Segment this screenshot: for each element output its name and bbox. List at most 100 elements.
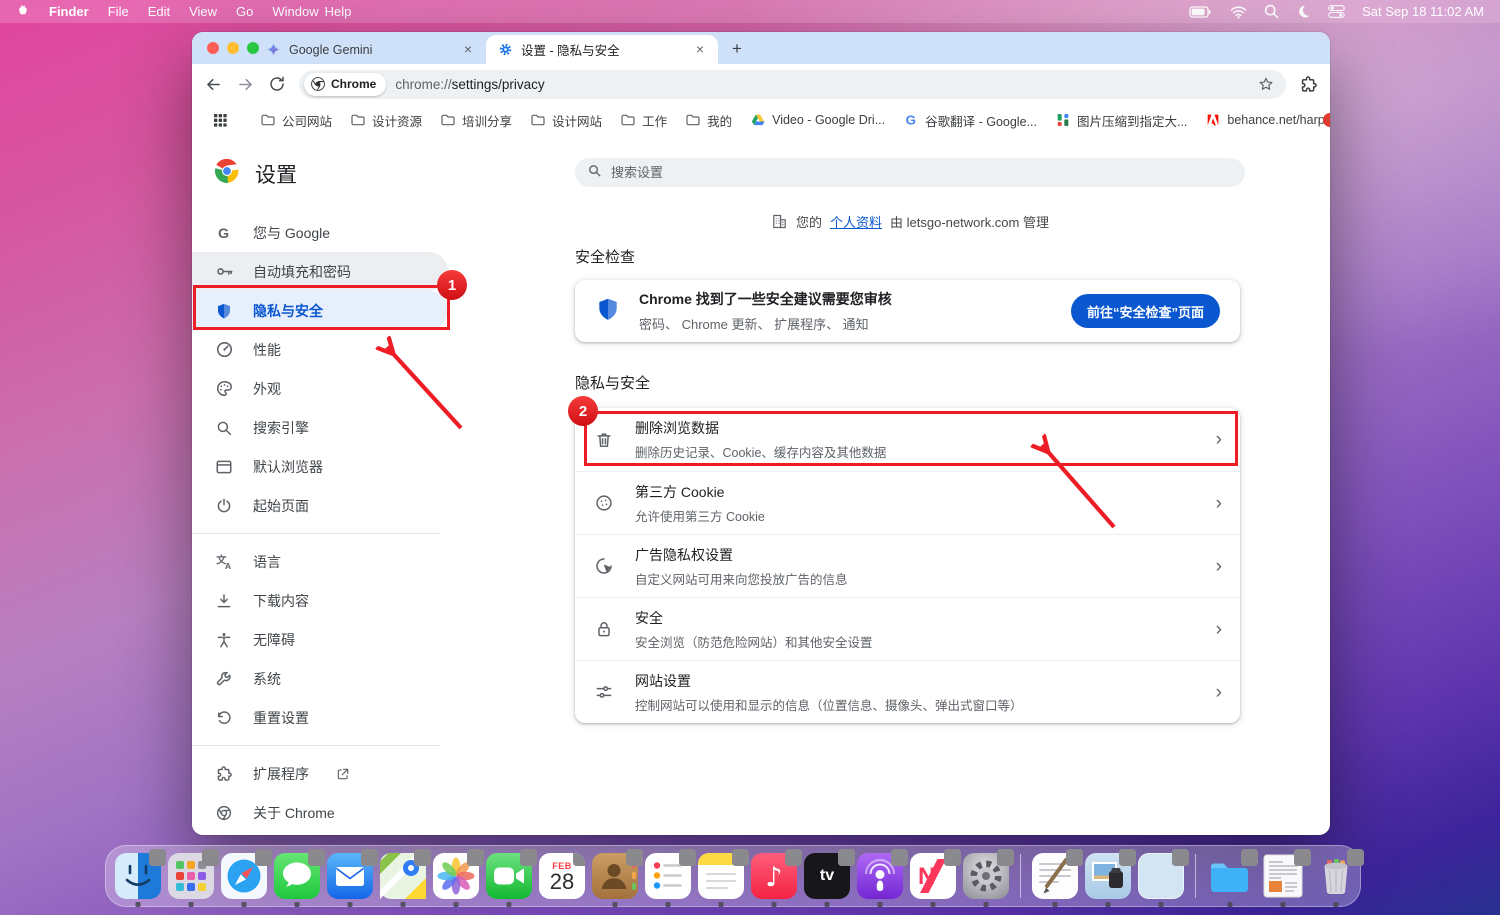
settings-sidebar: 设置 G 您与 Google 自动填充和密码 隐私与安全 性能 bbox=[192, 136, 492, 835]
bookmark-folder[interactable]: 设计网站 bbox=[522, 108, 610, 133]
dock-system-settings[interactable] bbox=[963, 853, 1009, 899]
settings-search[interactable] bbox=[575, 158, 1245, 187]
privacy-security-heading: 隐私与安全 bbox=[575, 372, 650, 393]
menu-item-window[interactable]: Window bbox=[272, 4, 318, 19]
tab-close-icon[interactable]: × bbox=[460, 42, 476, 58]
menu-item-edit[interactable]: Edit bbox=[148, 4, 170, 19]
sidebar-item-downloads[interactable]: 下载内容 bbox=[192, 581, 448, 620]
bookmark-folder[interactable]: 我的 bbox=[677, 108, 740, 133]
dock-music[interactable]: ♪ bbox=[751, 853, 797, 899]
profile-link[interactable]: 个人资料 bbox=[830, 212, 882, 231]
go-safety-check-button[interactable]: 前往“安全检查”页面 bbox=[1071, 294, 1220, 328]
menu-item-help[interactable]: Help bbox=[325, 4, 352, 19]
menu-bar: Finder File Edit View Go Window Help Sat… bbox=[0, 0, 1500, 23]
dock-apple-tv[interactable]: tv bbox=[804, 853, 850, 899]
window-close-button[interactable] bbox=[207, 42, 219, 54]
dock-mail[interactable] bbox=[327, 853, 373, 899]
window-minimize-button[interactable] bbox=[227, 42, 239, 54]
tab-strip: Google Gemini × 设置 - 隐私与安全 × + bbox=[192, 32, 1330, 64]
dock-reminders[interactable] bbox=[645, 853, 691, 899]
back-button[interactable] bbox=[204, 75, 223, 94]
dock-downloads-folder[interactable] bbox=[1207, 853, 1253, 899]
address-bar[interactable]: Chrome chrome://settings/privacy bbox=[299, 70, 1286, 99]
wifi-icon[interactable] bbox=[1230, 5, 1247, 19]
dock-document[interactable] bbox=[1260, 853, 1306, 899]
gemini-star-icon bbox=[266, 42, 281, 57]
site-chip[interactable]: Chrome bbox=[304, 73, 386, 96]
row-third-party-cookies[interactable]: 第三方 Cookie允许使用第三方 Cookie › bbox=[575, 471, 1240, 534]
dock-trash[interactable] bbox=[1313, 853, 1359, 899]
sidebar-item-reset[interactable]: 重置设置 bbox=[192, 698, 448, 737]
menu-bar-clock[interactable]: Sat Sep 18 11:02 AM bbox=[1362, 4, 1484, 19]
sidebar-item-privacy-security[interactable]: 隐私与安全 bbox=[192, 291, 448, 330]
lock-icon bbox=[593, 619, 615, 639]
window-zoom-button[interactable] bbox=[247, 42, 259, 54]
tab-settings-privacy[interactable]: 设置 - 隐私与安全 × bbox=[486, 35, 718, 64]
dock-podcasts[interactable] bbox=[857, 853, 903, 899]
menu-item-finder[interactable]: Finder bbox=[49, 4, 89, 19]
bookmark-folder[interactable]: 公司网站 bbox=[252, 108, 340, 133]
dock-notes[interactable] bbox=[698, 853, 744, 899]
dock-preview[interactable] bbox=[1085, 853, 1131, 899]
bookmark-folder[interactable]: 设计资源 bbox=[342, 108, 430, 133]
url-text[interactable]: chrome://settings/privacy bbox=[395, 77, 544, 92]
palette-icon bbox=[214, 379, 234, 398]
dock-calendar[interactable]: FEB28 bbox=[539, 853, 585, 899]
control-center-icon[interactable] bbox=[1328, 4, 1345, 19]
row-security[interactable]: 安全安全浏览（防范危险网站）和其他安全设置 › bbox=[575, 597, 1240, 660]
document-icon bbox=[1260, 853, 1306, 899]
accessibility-icon bbox=[214, 631, 234, 649]
sidebar-item-search-engine[interactable]: 搜索引擎 bbox=[192, 408, 448, 447]
tab-google-gemini[interactable]: Google Gemini × bbox=[254, 35, 486, 64]
dock-news[interactable]: N bbox=[910, 853, 956, 899]
bookmark-image-compress[interactable]: 图片压缩到指定大... bbox=[1047, 108, 1195, 133]
shield-icon bbox=[595, 296, 621, 327]
dock-contacts[interactable] bbox=[592, 853, 638, 899]
menu-item-view[interactable]: View bbox=[189, 4, 217, 19]
row-clear-browsing-data[interactable]: 删除浏览数据删除历史记录、Cookie、缓存内容及其他数据 › bbox=[575, 408, 1240, 471]
bookmark-star-icon[interactable] bbox=[1258, 76, 1274, 92]
bookmark-google-translate[interactable]: G谷歌翻译 - Google... bbox=[895, 108, 1045, 133]
safety-check-card: Chrome 找到了一些安全建议需要您审核 密码、 Chrome 更新、 扩展程… bbox=[575, 280, 1240, 342]
moon-icon[interactable] bbox=[1296, 4, 1311, 19]
tab-close-icon[interactable]: × bbox=[692, 42, 708, 58]
forward-button[interactable] bbox=[236, 75, 255, 94]
apps-grid-icon[interactable] bbox=[204, 109, 236, 131]
sidebar-item-extensions[interactable]: 扩展程序 bbox=[192, 754, 448, 793]
dock-messages[interactable] bbox=[274, 853, 320, 899]
row-ad-privacy[interactable]: 广告隐私权设置自定义网站可用来向您投放广告的信息 › bbox=[575, 534, 1240, 597]
extensions-puzzle-icon[interactable] bbox=[1299, 75, 1318, 94]
search-icon[interactable] bbox=[1264, 4, 1279, 19]
dock-maps[interactable] bbox=[380, 853, 426, 899]
battery-icon[interactable] bbox=[1189, 5, 1213, 19]
dock-blank-app[interactable] bbox=[1138, 853, 1184, 899]
sidebar-item-you-and-google[interactable]: G 您与 Google bbox=[192, 213, 448, 252]
dock-launchpad[interactable] bbox=[168, 853, 214, 899]
reload-button[interactable] bbox=[268, 75, 286, 93]
sidebar-item-performance[interactable]: 性能 bbox=[192, 330, 448, 369]
sidebar-item-appearance[interactable]: 外观 bbox=[192, 369, 448, 408]
row-site-settings[interactable]: 网站设置控制网站可以使用和显示的信息（位置信息、摄像头、弹出式窗口等） › bbox=[575, 660, 1240, 723]
dock-safari[interactable] bbox=[221, 853, 267, 899]
sidebar-item-about-chrome[interactable]: 关于 Chrome bbox=[192, 793, 448, 832]
dock-textedit[interactable] bbox=[1032, 853, 1078, 899]
sidebar-item-default-browser[interactable]: 默认浏览器 bbox=[192, 447, 448, 486]
bookmark-folder[interactable]: 工作 bbox=[612, 108, 675, 133]
menu-item-file[interactable]: File bbox=[108, 4, 129, 19]
sidebar-item-on-startup[interactable]: 起始页面 bbox=[192, 486, 448, 525]
bookmark-folder[interactable]: 培训分享 bbox=[432, 108, 520, 133]
bookmark-behance[interactable]: behance.net/harp... bbox=[1197, 109, 1330, 131]
sidebar-item-system[interactable]: 系统 bbox=[192, 659, 448, 698]
dock-facetime[interactable] bbox=[486, 853, 532, 899]
apple-menu[interactable] bbox=[16, 2, 30, 21]
sidebar-item-autofill[interactable]: 自动填充和密码 bbox=[192, 252, 448, 291]
new-tab-button[interactable]: + bbox=[724, 36, 750, 62]
sidebar-item-accessibility[interactable]: 无障碍 bbox=[192, 620, 448, 659]
ad-privacy-icon bbox=[593, 556, 615, 576]
dock-finder[interactable] bbox=[115, 853, 161, 899]
dock-photos[interactable] bbox=[433, 853, 479, 899]
search-input[interactable] bbox=[611, 165, 1233, 180]
bookmark-google-drive[interactable]: Video - Google Dri... bbox=[742, 109, 893, 131]
menu-item-go[interactable]: Go bbox=[236, 4, 253, 19]
sidebar-item-languages[interactable]: 文A 语言 bbox=[192, 542, 448, 581]
